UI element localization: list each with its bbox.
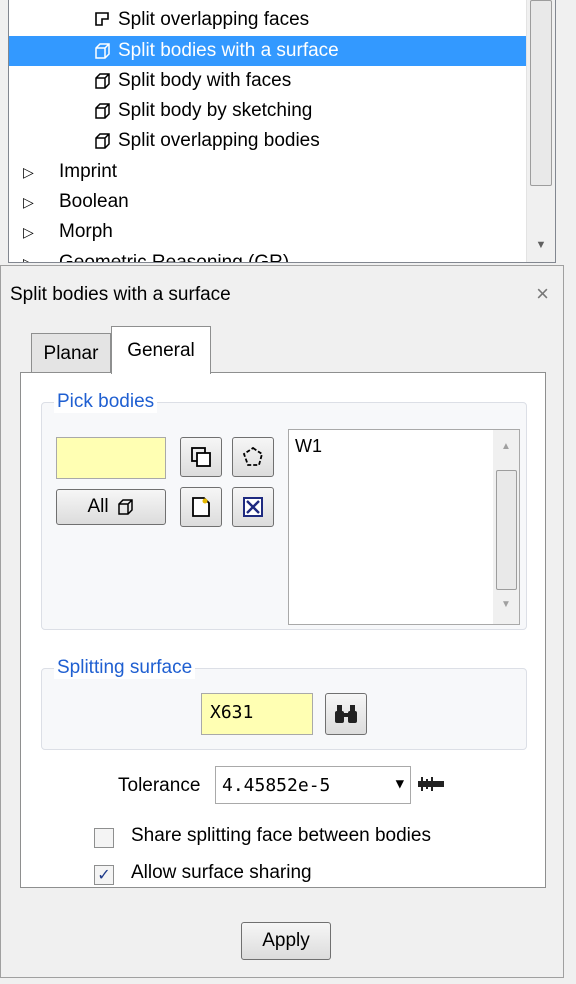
binoculars-icon [335, 705, 357, 723]
select-all-bodies-button[interactable]: All [56, 489, 166, 525]
tree-item-split-overlapping-bodies[interactable]: Split overlapping bodies [9, 126, 527, 156]
pick-bodies-input[interactable] [56, 437, 166, 479]
body-icon [117, 499, 133, 515]
tree-item-label: Split bodies with a surface [118, 40, 339, 61]
dialog-title: Split bodies with a surface [10, 284, 231, 305]
operation-tree: Split overlapping faces Split bodies wit… [8, 0, 556, 263]
button-label: All [87, 496, 109, 517]
tab-label: Planar [43, 342, 99, 364]
scroll-down-arrow-icon[interactable]: ▼ [497, 596, 515, 614]
select-by-polygon-button[interactable] [232, 437, 274, 477]
clear-selection-icon [243, 497, 263, 517]
polygon-select-icon [242, 446, 264, 466]
body-icon [94, 42, 112, 60]
tab-page-general: Pick bodies All W1 ▲ ▼ Splitting surface… [20, 372, 546, 888]
split-dialog: Split bodies with a surface × Planar Gen… [0, 265, 564, 978]
select-by-box-button[interactable] [180, 437, 222, 477]
box-select-icon [191, 447, 211, 467]
body-icon [94, 132, 112, 150]
scroll-down-arrow-icon[interactable]: ▼ [532, 236, 550, 254]
tree-group-label: Boolean [59, 191, 129, 212]
button-label: Apply [262, 930, 310, 951]
select-from-list-button[interactable] [180, 487, 222, 527]
expand-triangle-icon[interactable]: ▷ [23, 224, 39, 241]
tree-item-label: Split body with faces [118, 70, 292, 91]
dropdown-arrow-icon[interactable]: ▼ [396, 776, 404, 792]
find-surface-button[interactable] [325, 693, 367, 735]
tree-item-label: Split overlapping bodies [118, 130, 320, 151]
clear-selection-button[interactable] [232, 487, 274, 527]
body-icon [94, 102, 112, 120]
expand-triangle-icon[interactable]: ▷ [23, 194, 39, 211]
face-split-icon [94, 11, 112, 29]
scrollbar-thumb[interactable] [530, 0, 552, 186]
close-icon[interactable]: × [536, 281, 549, 307]
tree-item-label: Split body by sketching [118, 100, 313, 121]
tolerance-label: Tolerance [118, 775, 201, 796]
tree-group-label: Morph [59, 221, 113, 242]
tolerance-value: 4.45852e-5 [222, 774, 331, 796]
splitting-surface-input[interactable]: X631 [201, 693, 313, 735]
scrollbar-thumb[interactable] [496, 470, 517, 590]
scroll-up-arrow-icon[interactable]: ▲ [497, 438, 515, 456]
tolerance-combo[interactable]: 4.45852e-5 ▼ [215, 766, 411, 804]
tree-group-geometric-reasoning[interactable]: ▷ Geometric Reasoning (GR) [9, 248, 527, 263]
tree-item-split-overlapping-faces[interactable]: Split overlapping faces [9, 5, 527, 35]
tree-item-split-bodies-with-a-surface[interactable]: Split bodies with a surface [9, 36, 527, 66]
list-item[interactable]: W1 [295, 436, 322, 457]
checkmark-icon: ✓ [97, 867, 111, 884]
tree-group-boolean[interactable]: ▷ Boolean [9, 187, 527, 217]
tree-scrollbar[interactable]: ▼ [526, 0, 555, 262]
checkbox-label: Share splitting face between bodies [131, 825, 431, 846]
tree-item-split-body-with-faces[interactable]: Split body with faces [9, 66, 527, 96]
tree-group-morph[interactable]: ▷ Morph [9, 217, 527, 247]
tree-group-label: Geometric Reasoning (GR) [59, 252, 290, 263]
pick-bodies-group: Pick bodies All W1 ▲ ▼ [41, 391, 527, 630]
body-icon [94, 72, 112, 90]
tree-item-split-body-by-sketching[interactable]: Split body by sketching [9, 96, 527, 126]
tree-item-label: Split overlapping faces [118, 9, 310, 30]
checkbox-label: Allow surface sharing [131, 862, 312, 883]
group-title: Pick bodies [54, 391, 158, 413]
list-scrollbar[interactable]: ▲ ▼ [493, 430, 519, 624]
expand-triangle-icon[interactable]: ▷ [23, 164, 39, 181]
tree-group-label: Imprint [59, 161, 118, 182]
share-splitting-face-checkbox[interactable] [94, 828, 114, 848]
ruler-icon[interactable] [416, 773, 446, 801]
new-selection-icon [192, 497, 210, 517]
group-title: Splitting surface [54, 657, 196, 679]
tree-group-imprint[interactable]: ▷ Imprint [9, 157, 527, 187]
tab-planar[interactable]: Planar [31, 333, 111, 373]
tab-general[interactable]: General [111, 326, 211, 374]
apply-button[interactable]: Apply [241, 922, 331, 960]
tab-label: General [127, 339, 195, 361]
expand-triangle-icon[interactable]: ▷ [23, 255, 39, 263]
picked-bodies-list[interactable]: W1 ▲ ▼ [288, 429, 520, 625]
splitting-surface-group: Splitting surface X631 [41, 657, 527, 750]
allow-surface-sharing-checkbox[interactable]: ✓ [94, 865, 114, 885]
